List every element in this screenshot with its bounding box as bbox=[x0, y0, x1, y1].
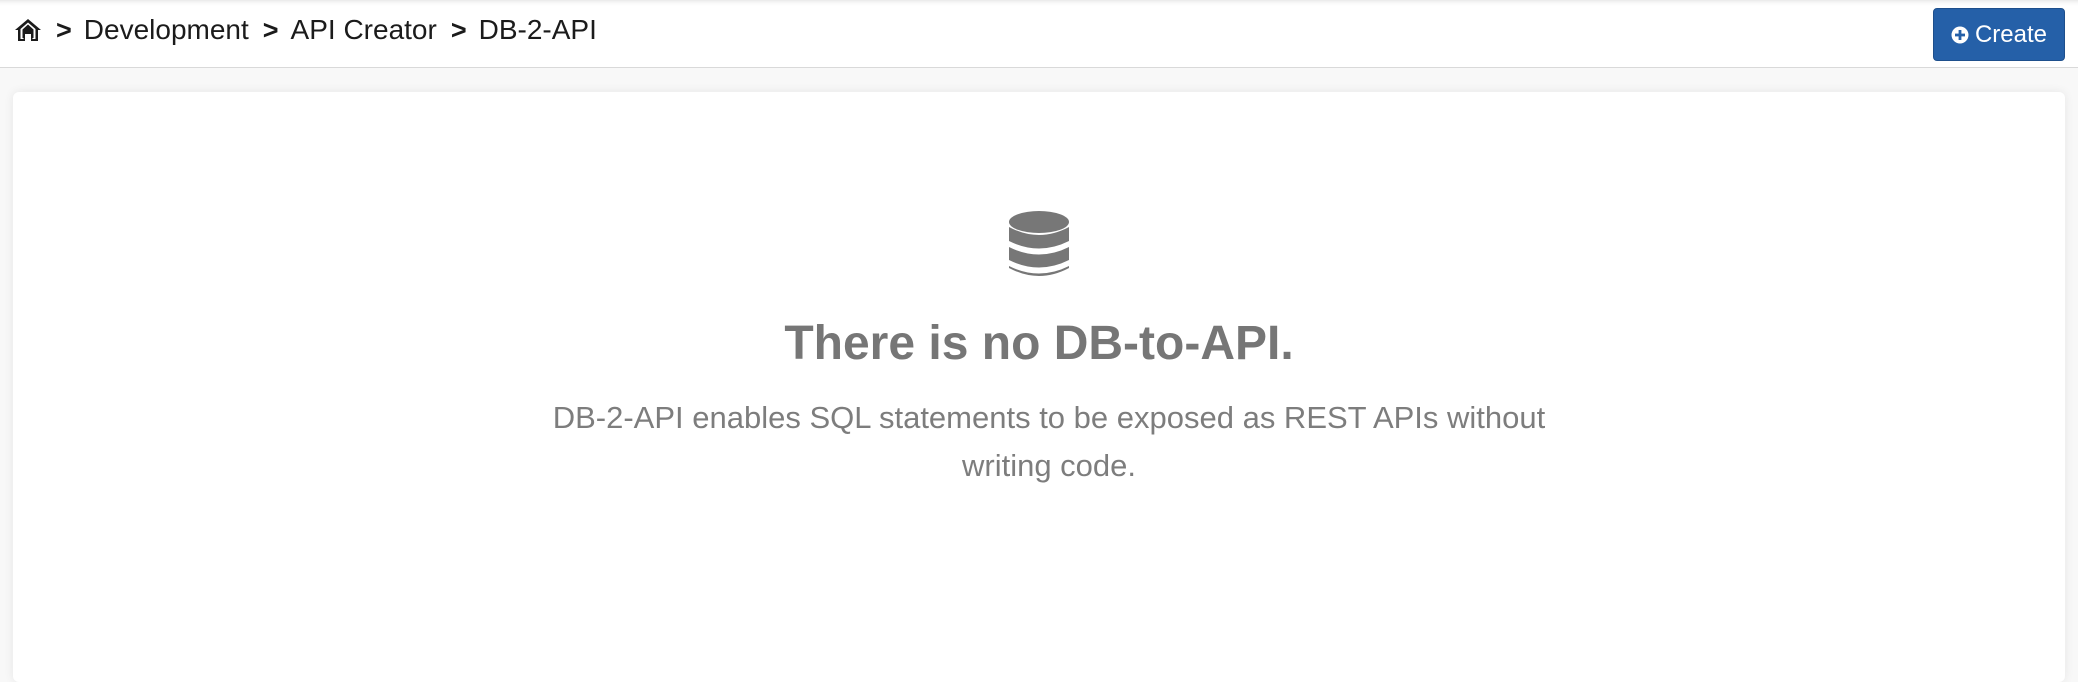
create-button-label: Create bbox=[1974, 20, 2048, 48]
breadcrumb-item-api-creator[interactable]: API Creator bbox=[291, 14, 437, 46]
database-icon bbox=[1009, 211, 1069, 276]
breadcrumb-separator: > bbox=[56, 14, 72, 45]
breadcrumb-item-db-2-api: DB-2-API bbox=[478, 14, 597, 45]
empty-state-title: There is no DB-to-API. bbox=[784, 317, 1294, 370]
home-icon[interactable] bbox=[14, 17, 42, 43]
breadcrumb: > Development > API Creator > DB-2-API bbox=[14, 12, 609, 48]
breadcrumb-item-development[interactable]: Development bbox=[84, 14, 249, 46]
empty-state-card: There is no DB-to-API. DB-2-API enables … bbox=[13, 92, 2065, 682]
empty-state-description: DB-2-API enables SQL statements to be ex… bbox=[552, 400, 1546, 483]
plus-circle-icon bbox=[1951, 26, 1969, 43]
breadcrumb-separator: > bbox=[450, 14, 467, 45]
breadcrumb-separator: > bbox=[262, 14, 279, 45]
create-button[interactable]: Create bbox=[1933, 8, 2065, 61]
top-bar: > Development > API Creator > DB-2-API C… bbox=[0, 0, 2078, 68]
